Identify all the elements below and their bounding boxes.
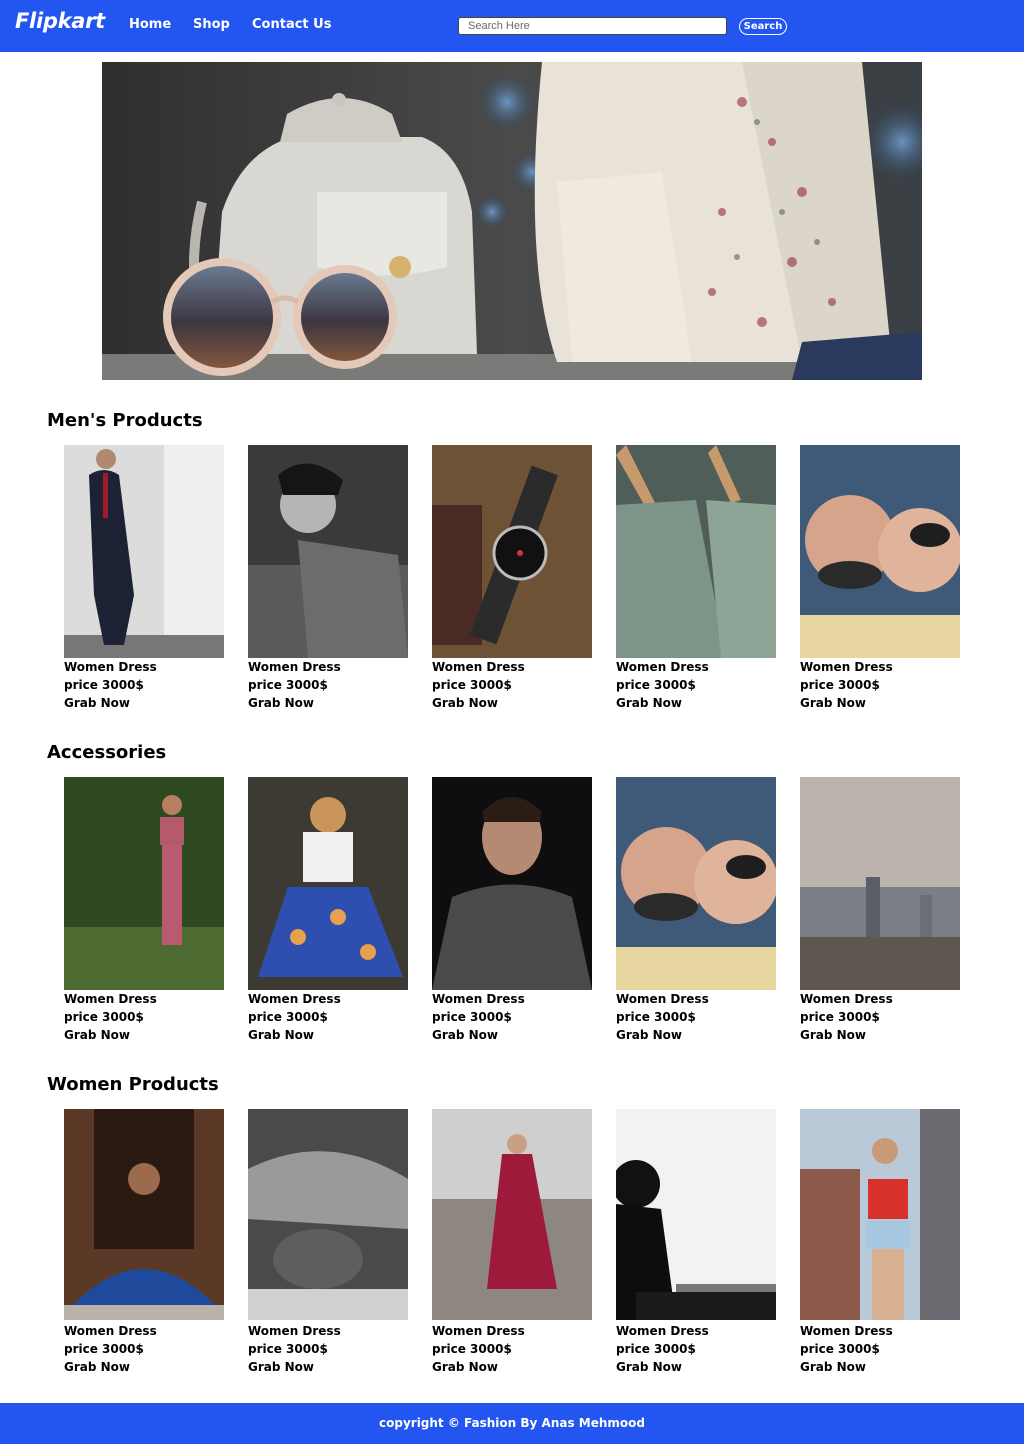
product-price: price 3000$ [432, 1010, 512, 1024]
product-price: price 3000$ [248, 1010, 328, 1024]
grab-now-link[interactable]: Grab Now [616, 1026, 776, 1044]
product-card[interactable]: Women Dress price 3000$ Grab Now [616, 1109, 776, 1376]
product-card[interactable]: Women Dress price 3000$ Grab Now [248, 1109, 408, 1376]
product-image[interactable] [248, 1109, 408, 1322]
product-price: price 3000$ [616, 678, 696, 692]
product-image[interactable] [64, 445, 224, 658]
product-card[interactable]: Women Dress price 3000$ Grab Now [616, 777, 776, 1044]
product-image[interactable] [64, 1109, 224, 1322]
search-input[interactable] [458, 17, 727, 35]
product-image[interactable] [64, 777, 224, 990]
product-card[interactable]: Women Dress price 3000$ Grab Now [800, 777, 960, 1044]
product-image[interactable] [616, 777, 776, 990]
product-card[interactable]: Women Dress price 3000$ Grab Now [248, 445, 408, 712]
product-price: price 3000$ [432, 1342, 512, 1356]
product-price: price 3000$ [248, 1342, 328, 1356]
product-price: price 3000$ [800, 1342, 880, 1356]
footer: copyright © Fashion By Anas Mehmood [0, 1403, 1024, 1444]
grab-now-link[interactable]: Grab Now [432, 1026, 592, 1044]
search-button[interactable]: Search [739, 18, 787, 35]
section-title-accessories: Accessories [47, 742, 167, 763]
product-card[interactable]: Women Dress price 3000$ Grab Now [64, 445, 224, 712]
product-price: price 3000$ [800, 678, 880, 692]
grab-now-link[interactable]: Grab Now [248, 1358, 408, 1376]
product-image[interactable] [800, 445, 960, 658]
product-name: Women Dress [248, 1324, 341, 1338]
product-price: price 3000$ [800, 1010, 880, 1024]
product-image[interactable] [800, 777, 960, 990]
product-name: Women Dress [248, 992, 341, 1006]
grab-now-link[interactable]: Grab Now [800, 1358, 960, 1376]
product-price: price 3000$ [616, 1342, 696, 1356]
product-name: Women Dress [432, 992, 525, 1006]
grab-now-link[interactable]: Grab Now [800, 1026, 960, 1044]
navbar: Flipkart Home Shop Contact Us Search [0, 0, 1024, 52]
grab-now-link[interactable]: Grab Now [432, 1358, 592, 1376]
product-price: price 3000$ [64, 1010, 144, 1024]
product-price: price 3000$ [64, 678, 144, 692]
grab-now-link[interactable]: Grab Now [248, 1026, 408, 1044]
product-image[interactable] [248, 445, 408, 658]
product-price: price 3000$ [616, 1010, 696, 1024]
product-image[interactable] [432, 777, 592, 990]
product-name: Women Dress [800, 1324, 893, 1338]
product-card[interactable]: Women Dress price 3000$ Grab Now [432, 445, 592, 712]
footer-copyright: copyright © Fashion By Anas Mehmood [379, 1416, 645, 1430]
product-name: Women Dress [64, 1324, 157, 1338]
product-name: Women Dress [616, 992, 709, 1006]
product-price: price 3000$ [64, 1342, 144, 1356]
product-name: Women Dress [432, 660, 525, 674]
hero-banner [102, 62, 922, 380]
grab-now-link[interactable]: Grab Now [616, 694, 776, 712]
product-card[interactable]: Women Dress price 3000$ Grab Now [64, 777, 224, 1044]
grab-now-link[interactable]: Grab Now [800, 694, 960, 712]
product-card[interactable]: Women Dress price 3000$ Grab Now [432, 1109, 592, 1376]
hero-image [102, 62, 922, 380]
section-title-women: Women Products [47, 1074, 219, 1095]
grab-now-link[interactable]: Grab Now [64, 1026, 224, 1044]
grab-now-link[interactable]: Grab Now [248, 694, 408, 712]
product-card[interactable]: Women Dress price 3000$ Grab Now [800, 445, 960, 712]
nav-link-shop[interactable]: Shop [193, 17, 230, 32]
nav-link-home[interactable]: Home [129, 17, 171, 32]
product-price: price 3000$ [432, 678, 512, 692]
brand-logo[interactable]: Flipkart [15, 9, 105, 33]
product-card[interactable]: Women Dress price 3000$ Grab Now [64, 1109, 224, 1376]
nav-link-contact[interactable]: Contact Us [252, 17, 331, 32]
grab-now-link[interactable]: Grab Now [432, 694, 592, 712]
product-image[interactable] [800, 1109, 960, 1322]
grab-now-link[interactable]: Grab Now [64, 1358, 224, 1376]
section-title-mens: Men's Products [47, 410, 203, 431]
product-card[interactable]: Women Dress price 3000$ Grab Now [616, 445, 776, 712]
product-name: Women Dress [248, 660, 341, 674]
product-name: Women Dress [800, 660, 893, 674]
product-card[interactable]: Women Dress price 3000$ Grab Now [248, 777, 408, 1044]
product-name: Women Dress [800, 992, 893, 1006]
product-card[interactable]: Women Dress price 3000$ Grab Now [800, 1109, 960, 1376]
grab-now-link[interactable]: Grab Now [616, 1358, 776, 1376]
product-name: Women Dress [616, 660, 709, 674]
product-image[interactable] [248, 777, 408, 990]
product-name: Women Dress [432, 1324, 525, 1338]
product-price: price 3000$ [248, 678, 328, 692]
product-image[interactable] [616, 1109, 776, 1322]
product-name: Women Dress [64, 660, 157, 674]
product-image[interactable] [616, 445, 776, 658]
grab-now-link[interactable]: Grab Now [64, 694, 224, 712]
product-image[interactable] [432, 445, 592, 658]
product-name: Women Dress [616, 1324, 709, 1338]
product-image[interactable] [432, 1109, 592, 1322]
product-name: Women Dress [64, 992, 157, 1006]
product-card[interactable]: Women Dress price 3000$ Grab Now [432, 777, 592, 1044]
